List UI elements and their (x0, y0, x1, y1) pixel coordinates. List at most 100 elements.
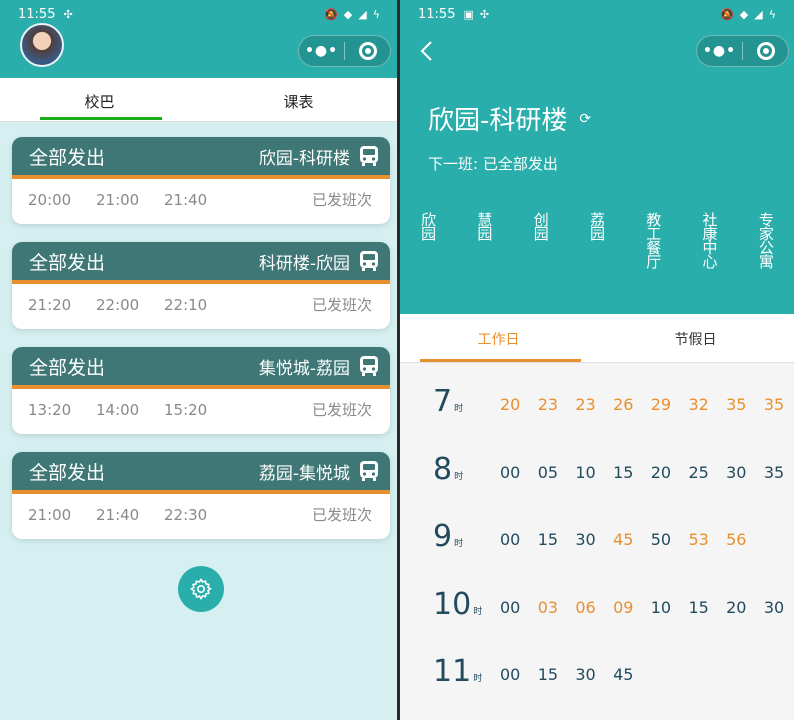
day-type-tabs: 工作日 节假日 (400, 314, 794, 363)
minute-value: 20 (650, 462, 672, 482)
mute-icon: 🔕 (324, 7, 338, 21)
next-bus-text: 下一班: 已全部发出 (428, 155, 558, 173)
hour-value: 11 (433, 654, 472, 689)
stop-label: 慧园 (475, 212, 494, 240)
signal-icon: ◢ (358, 7, 367, 21)
minute-value: 30 (575, 665, 596, 684)
departure-time: 14:00 (96, 400, 140, 419)
minute-value: 50 (650, 530, 672, 549)
hour-suffix: 时 (454, 404, 464, 414)
minute-value: 29 (650, 395, 672, 414)
minute-value: 15 (688, 597, 709, 617)
right-screen: 11:55 ▣ ✣ 🔕 ◆ ◢ ϟ •●• 欣园-科研楼 ⟳ 下一班: 已全部发… (400, 0, 794, 720)
card-header: 全部发出 集悦城-荔园 (12, 347, 390, 389)
minute-value: 53 (688, 530, 709, 549)
more-dots-icon[interactable]: •●• (697, 43, 742, 59)
wifi-icon: ◆ (739, 7, 749, 21)
departure-time: 20:00 (28, 190, 72, 209)
departure-time: 22:10 (164, 295, 208, 314)
card-header: 全部发出 欣园-科研楼 (12, 137, 390, 179)
stop-label: 专家公寓 (756, 212, 775, 268)
minute-value: 56 (726, 530, 747, 549)
minute-value: 00 (500, 597, 521, 617)
gear-icon (190, 578, 212, 600)
schedule-table: 7时 20 23 23 26 29 32 35 35 8时 00 05 10 15 20 25 30 35 … (400, 370, 794, 708)
refresh-icon[interactable]: ⟳ (579, 111, 591, 127)
minute-value: 45 (613, 530, 634, 549)
card-header: 全部发出 科研楼-欣园 (12, 242, 390, 284)
minute-value: 10 (650, 597, 672, 617)
departure-time: 22:30 (164, 505, 208, 524)
schedule-row: 9时 00 15 30 45 50 53 56 (400, 505, 794, 573)
route-card[interactable]: 全部发出 荔园-集悦城 21:00 21:40 22:30 已发班次 (12, 452, 390, 539)
minute-value: 05 (537, 462, 559, 482)
tab-bus[interactable]: 校巴 (0, 78, 199, 121)
bus-icon (360, 356, 378, 376)
signal-icon: ◢ (754, 7, 763, 21)
departure-time: 21:00 (28, 505, 72, 524)
minute-value: 20 (500, 395, 521, 414)
minute-list: 20 23 23 26 29 32 35 35 (500, 395, 794, 414)
minute-value: 25 (688, 462, 709, 482)
minute-value: 35 (763, 395, 785, 414)
schedule-row: 8时 00 05 10 15 20 25 30 35 (400, 438, 794, 506)
minute-value: 15 (537, 530, 559, 549)
chevron-left-icon[interactable] (418, 40, 436, 62)
card-times: 21:20 22:00 22:10 已发班次 (12, 284, 390, 325)
minute-value: 30 (575, 530, 596, 549)
bus-icon (360, 251, 378, 271)
hour-value: 9 (433, 519, 453, 554)
app-header: 11:55 ✣ 🔕 ◆ ◢ ϟ •●• (0, 0, 398, 78)
wifi-icon: ◆ (343, 7, 353, 21)
schedule-row: 11 时 00 15 30 45 (400, 640, 794, 708)
minute-value: 35 (763, 462, 785, 482)
tab-weekday[interactable]: 工作日 (400, 314, 597, 362)
minute-value: 06 (575, 597, 596, 617)
stop-item: 慧园 (456, 212, 512, 268)
departure-time: 15:20 (164, 400, 208, 419)
card-times: 13:20 14:00 15:20 已发班次 (12, 389, 390, 430)
tab-holiday[interactable]: 节假日 (597, 314, 794, 362)
route-title: 欣园-科研楼 ⟳ (428, 100, 591, 137)
schedule-row: 7时 20 23 23 26 29 32 35 35 (400, 370, 794, 438)
settings-button[interactable] (178, 566, 224, 612)
more-dots-icon[interactable]: •●• (299, 43, 344, 59)
status-bar: 11:55 ▣ ✣ 🔕 ◆ ◢ ϟ (400, 0, 794, 28)
bus-icon (360, 146, 378, 166)
card-times: 20:00 21:00 21:40 已发班次 (12, 179, 390, 220)
departure-time: 21:00 (96, 190, 140, 209)
route-card[interactable]: 全部发出 科研楼-欣园 21:20 22:00 22:10 已发班次 (12, 242, 390, 329)
image-icon: ▣ (463, 7, 474, 21)
tab-timetable[interactable]: 课表 (199, 78, 398, 121)
stop-label: 社康中心 (700, 212, 719, 268)
departure-time: 21:40 (164, 190, 208, 209)
route-header: 11:55 ▣ ✣ 🔕 ◆ ◢ ϟ •●• 欣园-科研楼 ⟳ 下一班: 已全部发… (400, 0, 794, 314)
minute-value: 35 (726, 395, 747, 414)
route-card[interactable]: 全部发出 欣园-科研楼 20:00 21:00 21:40 已发班次 (12, 137, 390, 224)
main-tabs: 校巴 课表 (0, 78, 398, 122)
target-circle-icon[interactable] (345, 42, 390, 60)
departure-time: 21:40 (96, 505, 140, 524)
hour-value: 8 (433, 451, 453, 487)
stop-label: 荔园 (587, 212, 606, 240)
avatar[interactable] (20, 23, 64, 67)
status-time: 11:55 (418, 6, 456, 22)
card-status: 全部发出 (29, 146, 106, 169)
minute-value: 00 (500, 462, 521, 482)
route-card[interactable]: 全部发出 集悦城-荔园 13:20 14:00 15:20 已发班次 (12, 347, 390, 434)
minute-value: 45 (613, 665, 634, 684)
schedule-row: 10 时 00 03 06 09 10 15 20 30 (400, 573, 794, 641)
hour-suffix: 时 (454, 539, 464, 549)
minute-value: 09 (613, 597, 634, 617)
left-screen: 11:55 ✣ 🔕 ◆ ◢ ϟ •●• 校巴 课表 全部发出 欣园-科研楼 20… (0, 0, 398, 720)
stop-item: 欣园 (400, 212, 456, 268)
hour-label: 10 时 (433, 587, 482, 622)
departed-label: 已发班次 (311, 191, 372, 209)
minute-list: 00 15 30 45 (500, 665, 651, 684)
minute-value: 30 (763, 597, 785, 617)
hour-label: 7时 (433, 384, 463, 419)
mute-icon: 🔕 (720, 7, 734, 21)
minute-value: 23 (537, 395, 559, 414)
hour-label: 11 时 (433, 654, 482, 689)
target-circle-icon[interactable] (743, 42, 788, 60)
